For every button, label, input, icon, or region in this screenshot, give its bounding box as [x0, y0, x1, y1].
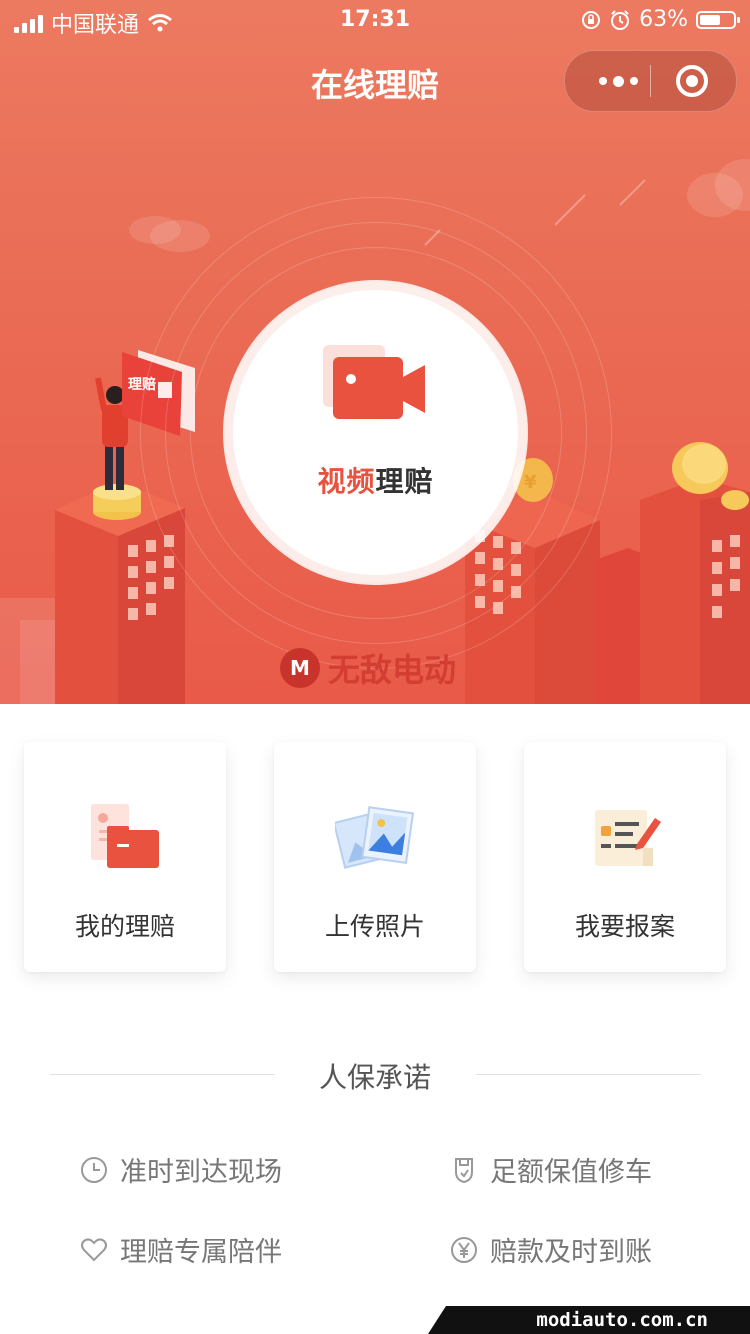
- promise-item: 理赔专属陪伴: [80, 1230, 282, 1269]
- action-cards: 我的理赔 上传照片 我要报案: [0, 704, 750, 1004]
- promise-item-label: 理赔专属陪伴: [120, 1237, 282, 1268]
- more-dots-icon[interactable]: [589, 51, 647, 111]
- video-claim-label-accent: 视频: [317, 465, 376, 498]
- promise-item-label: 足额保值修车: [490, 1157, 652, 1188]
- video-camera-icon: [323, 345, 425, 419]
- footer-watermark: modiauto.com.cn: [428, 1306, 750, 1334]
- promise-item: 足额保值修车: [450, 1150, 652, 1189]
- miniprogram-capsule: [564, 50, 737, 112]
- photo-upload-icon: [335, 806, 415, 869]
- clock-icon: [81, 1156, 107, 1183]
- target-circle-icon[interactable]: [676, 65, 708, 97]
- claim-folder-icon: [91, 804, 159, 868]
- shield-icon: [455, 1157, 473, 1183]
- status-bar: 中国联通 17:31 63%: [0, 0, 750, 40]
- promise-title: 人保承诺: [318, 1061, 431, 1094]
- my-claims-label: 我的理赔: [74, 912, 175, 941]
- promise-item: 准时到达现场: [80, 1150, 282, 1189]
- report-form-icon: [595, 810, 661, 866]
- watermark: M 无敌电动: [280, 645, 456, 691]
- capsule-divider: [650, 65, 651, 97]
- video-claim-label: 视频理赔: [233, 460, 518, 500]
- promise-item: 赔款及时到账: [450, 1230, 652, 1269]
- video-claim-label-rest: 理赔: [375, 465, 434, 498]
- watermark-text: 无敌电动: [328, 651, 457, 689]
- report-case-label: 我要报案: [574, 912, 675, 941]
- alarm-icon: [611, 9, 630, 30]
- promise-item-label: 赔款及时到账: [490, 1237, 652, 1268]
- report-case-card[interactable]: 我要报案: [524, 742, 726, 972]
- upload-photo-card[interactable]: 上传照片: [274, 742, 476, 972]
- my-claims-card[interactable]: 我的理赔: [24, 742, 226, 972]
- watermark-logo: M: [280, 648, 320, 688]
- video-claim-button[interactable]: 视频理赔: [233, 290, 518, 575]
- promise-item-label: 准时到达现场: [120, 1157, 282, 1188]
- yen-icon: [451, 1236, 477, 1263]
- battery-percent: 63%: [639, 7, 688, 32]
- heart-icon: [81, 1237, 107, 1261]
- rotation-lock-icon: [582, 10, 601, 29]
- divider-right: [476, 1074, 701, 1075]
- upload-photo-label: 上传照片: [324, 912, 425, 941]
- battery-icon: [696, 10, 740, 29]
- hero-banner: 理赔 ¥ 中国联通 17:31 63% 在线理赔 视频理赔 M 无敌电动: [0, 0, 750, 704]
